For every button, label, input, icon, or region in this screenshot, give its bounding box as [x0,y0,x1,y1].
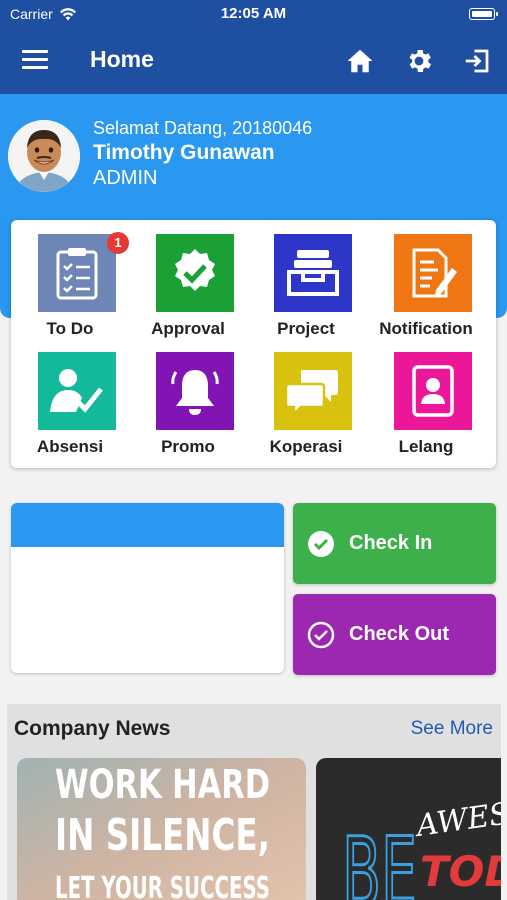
company-news-section: Company News See More WORK HARD IN SILEN… [7,704,501,900]
person-check-icon [50,369,103,413]
notification-badge: 1 [107,232,129,254]
menu-label: Promo [161,437,215,456]
clipboard-icon [56,248,98,300]
user-name: Timothy Gunawan [93,141,275,164]
absensi-tile [38,352,116,430]
news-text-line: LET YOUR SUCCESS [55,871,270,900]
promo-tile [156,352,234,430]
welcome-text: Selamat Datang, 20180046 [93,118,313,138]
status-bar: Carrier 12:05 AM [0,0,507,30]
attendance-card [11,503,284,673]
approval-tile [156,234,234,312]
logout-icon[interactable] [462,46,492,76]
home-icon[interactable] [345,46,375,76]
menu-label: To Do [46,319,94,338]
news-text-line: IN SILENCE, [55,810,270,861]
avatar[interactable] [8,120,80,192]
navbar: Home [0,30,507,92]
check-in-label: Check In [349,532,433,554]
attendance-card-header [11,503,284,547]
see-more-link[interactable]: See More [411,718,493,740]
koperasi-tile [274,352,352,430]
clock: 12:05 AM [220,5,287,22]
battery-icon [469,8,498,20]
user-role: ADMIN [93,167,158,189]
badge-check-icon [175,249,215,291]
contact-book-icon [412,365,454,417]
profile-info: Selamat Datang, 20180046 Timothy Gunawan… [93,118,312,190]
bell-icon [171,370,219,415]
menu-grid-card: 1 To Do Approval Project Notification Ab… [11,220,496,468]
menu-label: Project [277,319,335,338]
news-text-line: WORK HARD [55,762,270,808]
project-tile [274,234,352,312]
check-out-button[interactable]: Check Out [293,594,496,675]
menu-label: Lelang [398,437,454,456]
menu-item-lelang[interactable]: Lelang [367,338,485,456]
check-circle-outline-icon [307,621,335,648]
gear-icon[interactable] [404,46,434,76]
menu-item-notification[interactable]: Notification [367,220,485,338]
news-card[interactable]: WORK HARD IN SILENCE, LET YOUR SUCCESS [17,758,306,900]
notification-tile [394,234,472,312]
document-edit-icon [412,248,457,298]
menu-item-project[interactable]: Project [247,220,365,338]
menu-item-approval[interactable]: Approval [129,220,247,338]
hamburger-menu-button[interactable] [22,50,48,72]
check-out-label: Check Out [349,623,450,645]
section-title: Company News [14,717,171,740]
menu-label: Approval [151,319,225,338]
news-big-text: BE [342,817,417,900]
menu-item-koperasi[interactable]: Koperasi [247,338,365,456]
menu-label: Notification [379,319,473,338]
avatar-image [8,120,80,192]
menu-item-todo[interactable]: 1 To Do [11,220,129,338]
menu-item-absensi[interactable]: Absensi [11,338,129,456]
news-image: WORK HARD IN SILENCE, LET YOUR SUCCESS [17,758,306,900]
file-tray-icon [287,250,339,296]
menu-label: Koperasi [269,437,343,456]
menu-item-promo[interactable]: Promo [129,338,247,456]
lelang-tile [394,352,472,430]
news-image: BE AWES TOD [316,758,501,900]
news-script-text: TOD [420,847,501,896]
check-circle-icon [308,530,334,557]
menu-label: Absensi [36,437,104,456]
check-in-button[interactable]: Check In [293,503,496,584]
todo-tile [38,234,116,312]
chat-bubbles-icon [285,370,338,416]
news-card[interactable]: BE AWES TOD [316,758,501,900]
page-title: Home [90,46,154,72]
